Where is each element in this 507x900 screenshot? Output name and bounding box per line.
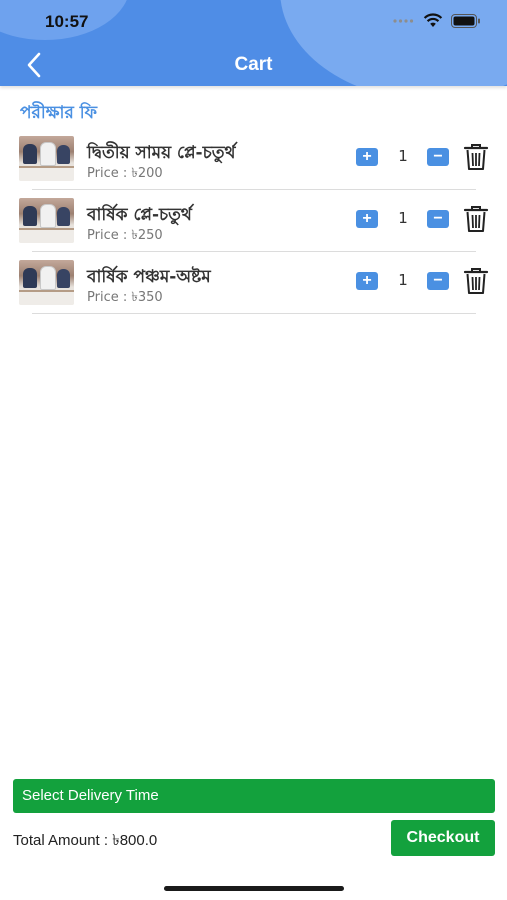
- item-thumbnail: [19, 136, 74, 181]
- quantity-value: 1: [398, 271, 408, 289]
- cart-item: বার্ষিক পঞ্চম-অষ্টম Price : ৳350 + 1 −: [0, 252, 507, 314]
- item-price: Price : ৳200: [87, 166, 163, 181]
- item-thumbnail: [19, 260, 74, 305]
- trash-icon[interactable]: [463, 143, 489, 171]
- quantity-value: 1: [398, 147, 408, 165]
- total-amount: Total Amount : ৳800.0: [13, 832, 158, 849]
- wifi-icon: [423, 13, 443, 27]
- increase-quantity-button[interactable]: +: [356, 148, 378, 166]
- decrease-quantity-button[interactable]: −: [427, 272, 449, 290]
- item-divider: [32, 313, 476, 314]
- status-time: 10:57: [45, 12, 89, 31]
- signal-icon: [393, 18, 414, 23]
- item-thumbnail: [19, 198, 74, 243]
- item-price: Price : ৳250: [87, 228, 163, 243]
- cart-list: দ্বিতীয় সাময় প্লে-চতুর্থ Price : ৳200 …: [0, 128, 507, 314]
- app-header: 10:57 Cart: [0, 0, 507, 86]
- trash-icon[interactable]: [463, 267, 489, 295]
- increase-quantity-button[interactable]: +: [356, 272, 378, 290]
- section-title: পরীক্ষার ফি: [20, 103, 98, 123]
- trash-icon[interactable]: [463, 205, 489, 233]
- home-indicator[interactable]: [164, 886, 344, 891]
- cart-item: দ্বিতীয় সাময় প্লে-চতুর্থ Price : ৳200 …: [0, 128, 507, 190]
- battery-icon: [451, 13, 480, 28]
- status-icons: [393, 13, 481, 28]
- item-price: Price : ৳350: [87, 290, 163, 305]
- quantity-value: 1: [398, 209, 408, 227]
- page-title: Cart: [234, 54, 273, 75]
- decrease-quantity-button[interactable]: −: [427, 148, 449, 166]
- decrease-quantity-button[interactable]: −: [427, 210, 449, 228]
- checkout-button[interactable]: Checkout: [391, 820, 495, 856]
- select-delivery-time-button[interactable]: Select Delivery Time: [13, 779, 495, 813]
- increase-quantity-button[interactable]: +: [356, 210, 378, 228]
- cart-item: বার্ষিক প্লে-চতুর্থ Price : ৳250 + 1 −: [0, 190, 507, 252]
